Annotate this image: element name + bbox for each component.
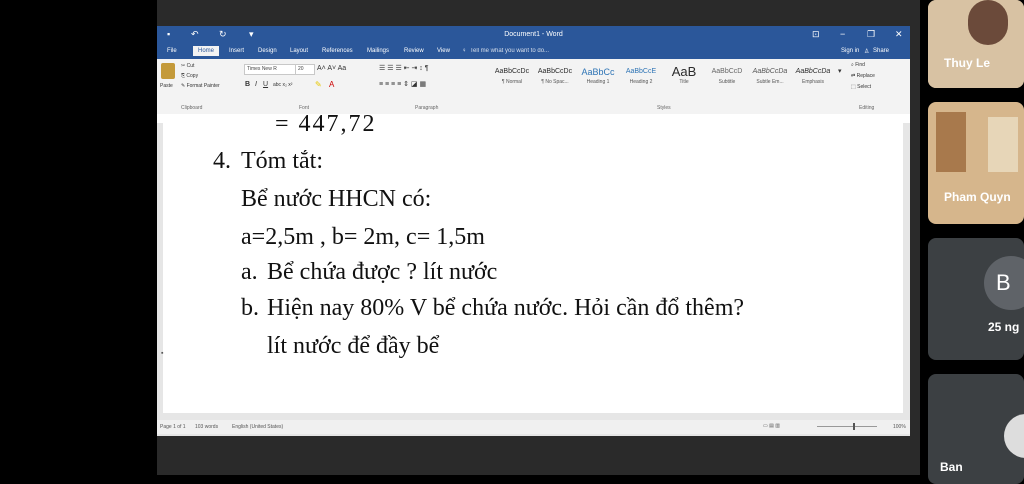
ribbon-tabs: File Home Insert Design Layout Reference… bbox=[157, 45, 910, 59]
tab-review[interactable]: Review bbox=[404, 48, 424, 54]
item-b-text-2: lít nước để đầy bể bbox=[267, 333, 440, 359]
search-icon: ⌕ bbox=[851, 62, 854, 68]
participant-name: Pham Quyn bbox=[944, 190, 1011, 204]
underline-button[interactable]: U bbox=[263, 81, 268, 88]
participant-tile-3[interactable]: B 25 ng bbox=[928, 238, 1024, 360]
share-button[interactable]: Share bbox=[873, 48, 889, 54]
style-heading-1[interactable]: AaBbCc Heading 1 bbox=[578, 65, 618, 93]
item-b-label: b. bbox=[241, 295, 259, 321]
cut-button[interactable]: ✂ Cut bbox=[181, 63, 194, 69]
participant-avatar: B bbox=[984, 256, 1024, 310]
paragraph-group-label: Paragraph bbox=[415, 105, 439, 111]
participant-avatar bbox=[1004, 414, 1024, 458]
item-a-text: Bể chứa được ? lít nước bbox=[267, 259, 498, 285]
maximize-button[interactable]: ❐ bbox=[867, 29, 875, 40]
style-no-spacing[interactable]: AaBbCcDc ¶ No Spac... bbox=[535, 65, 575, 93]
brush-icon: ✎ bbox=[181, 83, 186, 89]
paragraph-anchor-icon: ▪ bbox=[161, 350, 164, 357]
strikethrough-button[interactable]: abc x₂ x² bbox=[273, 82, 292, 88]
select-button[interactable]: ⬚ Select bbox=[851, 84, 871, 90]
close-button[interactable]: ✕ bbox=[895, 29, 903, 40]
room-decor bbox=[988, 117, 1018, 172]
participant-tile-1[interactable]: Thuy Le bbox=[928, 0, 1024, 88]
title-bar: ▪ ↶ ↻ ▾ Document1 - Word ⊡ − ❐ ✕ bbox=[157, 26, 910, 45]
tab-file[interactable]: File bbox=[167, 48, 177, 54]
highlight-icon[interactable]: ✎ bbox=[315, 80, 322, 89]
heading-text: Tóm tắt: bbox=[241, 148, 323, 174]
participant-tile-2[interactable]: Pham Quyn bbox=[928, 102, 1024, 224]
participant-avatar bbox=[968, 0, 1008, 45]
page-count[interactable]: Page 1 of 1 bbox=[160, 424, 186, 430]
word-count[interactable]: 103 words bbox=[195, 424, 218, 430]
style-subtle-emphasis[interactable]: AaBbCcDa Subtle Em... bbox=[750, 65, 790, 93]
paste-icon[interactable] bbox=[161, 63, 175, 79]
style-title[interactable]: AaB Title bbox=[664, 65, 704, 93]
clipboard-group-label: Clipboard bbox=[181, 105, 203, 111]
format-painter-button[interactable]: ✎ Format Painter bbox=[181, 83, 220, 89]
tell-me-box[interactable]: Tell me what you want to do... bbox=[470, 48, 549, 54]
tab-home[interactable]: Home bbox=[193, 46, 220, 56]
ribbon-options-icon[interactable]: ⊡ bbox=[812, 29, 820, 40]
copy-icon: ⎘ bbox=[181, 73, 186, 79]
editing-group-label: Editing bbox=[859, 105, 875, 111]
paste-label[interactable]: Paste bbox=[160, 83, 173, 89]
find-button[interactable]: ⌕ Find bbox=[851, 62, 865, 68]
minimize-button[interactable]: − bbox=[840, 29, 845, 39]
zoom-slider[interactable] bbox=[817, 426, 877, 427]
bold-button[interactable]: B bbox=[245, 81, 250, 88]
status-bar: Page 1 of 1 103 words English (United St… bbox=[157, 420, 910, 434]
tab-layout[interactable]: Layout bbox=[290, 48, 308, 54]
copy-button[interactable]: ⎘ Copy bbox=[181, 73, 198, 79]
word-window: ▪ ↶ ↻ ▾ Document1 - Word ⊡ − ❐ ✕ File Ho… bbox=[157, 26, 910, 436]
tab-mailings[interactable]: Mailings bbox=[367, 48, 389, 54]
item-a-label: a. bbox=[241, 259, 258, 285]
tab-references[interactable]: References bbox=[322, 48, 353, 54]
heading-number: 4. bbox=[213, 148, 231, 174]
font-size-box[interactable]: 20 bbox=[295, 64, 315, 75]
doc-line-1: Bể nước HHCN có: bbox=[241, 186, 432, 212]
document-page[interactable]: = 447,72 4. Tóm tắt: Bể nước HHCN có: a=… bbox=[161, 111, 903, 413]
sign-in-link[interactable]: Sign in bbox=[841, 48, 859, 54]
ribbon-home: Paste ✂ Cut ⎘ Copy ✎ Format Painter Clip… bbox=[157, 59, 910, 115]
replace-icon: ⇄ bbox=[851, 73, 856, 79]
doc-line-2: a=2,5m , b= 2m, c= 1,5m bbox=[241, 224, 485, 250]
window-title: Document1 - Word bbox=[504, 31, 563, 38]
tab-view[interactable]: View bbox=[437, 48, 450, 54]
tab-insert[interactable]: Insert bbox=[229, 48, 244, 54]
font-name-box[interactable]: Times New R bbox=[244, 64, 296, 75]
item-b-text: Hiện nay 80% V bể chứa nước. Hỏi cần đổ … bbox=[267, 295, 745, 321]
styles-more-icon[interactable]: ▾ bbox=[838, 67, 842, 75]
align-icons[interactable]: ≡ ≡ ≡ ≡ ⇕ ◪ ▦ bbox=[379, 80, 426, 88]
font-color-icon[interactable]: A bbox=[329, 80, 334, 89]
replace-button[interactable]: ⇄ Replace bbox=[851, 73, 875, 79]
room-decor bbox=[936, 112, 966, 172]
zoom-slider-thumb[interactable] bbox=[853, 423, 855, 430]
participant-name: Ban bbox=[940, 460, 963, 474]
participant-tile-4[interactable]: Ban bbox=[928, 374, 1024, 484]
tab-design[interactable]: Design bbox=[258, 48, 277, 54]
italic-button[interactable]: I bbox=[255, 81, 257, 88]
select-icon: ⬚ bbox=[851, 84, 856, 90]
styles-group-label: Styles bbox=[657, 105, 671, 111]
lightbulb-icon: ♀ bbox=[462, 48, 467, 54]
partial-line: = 447,72 bbox=[275, 111, 377, 137]
style-emphasis[interactable]: AaBbCcDa Emphasis bbox=[793, 65, 833, 93]
style-subtitle[interactable]: AaBbCcD Subtitle bbox=[707, 65, 747, 93]
language-status[interactable]: English (United States) bbox=[232, 424, 283, 430]
style-heading-2[interactable]: AaBbCcE Heading 2 bbox=[621, 65, 661, 93]
grow-font-icon[interactable]: A˄ A˅ Aa bbox=[317, 65, 346, 72]
participant-count: 25 ng bbox=[988, 320, 1020, 334]
scissors-icon: ✂ bbox=[181, 63, 186, 69]
participant-name: Thuy Le bbox=[944, 56, 991, 70]
user-icon: ♙ bbox=[864, 49, 870, 55]
style-normal[interactable]: AaBbCcDc ¶ Normal bbox=[492, 65, 532, 93]
bullets-icon[interactable]: ☰ ☰ ☰ ⇤ ⇥ ↕ ¶ bbox=[379, 64, 429, 72]
read-mode-icon[interactable]: ▭ ▤ ▥ bbox=[763, 423, 780, 429]
zoom-level[interactable]: 100% bbox=[893, 424, 906, 430]
